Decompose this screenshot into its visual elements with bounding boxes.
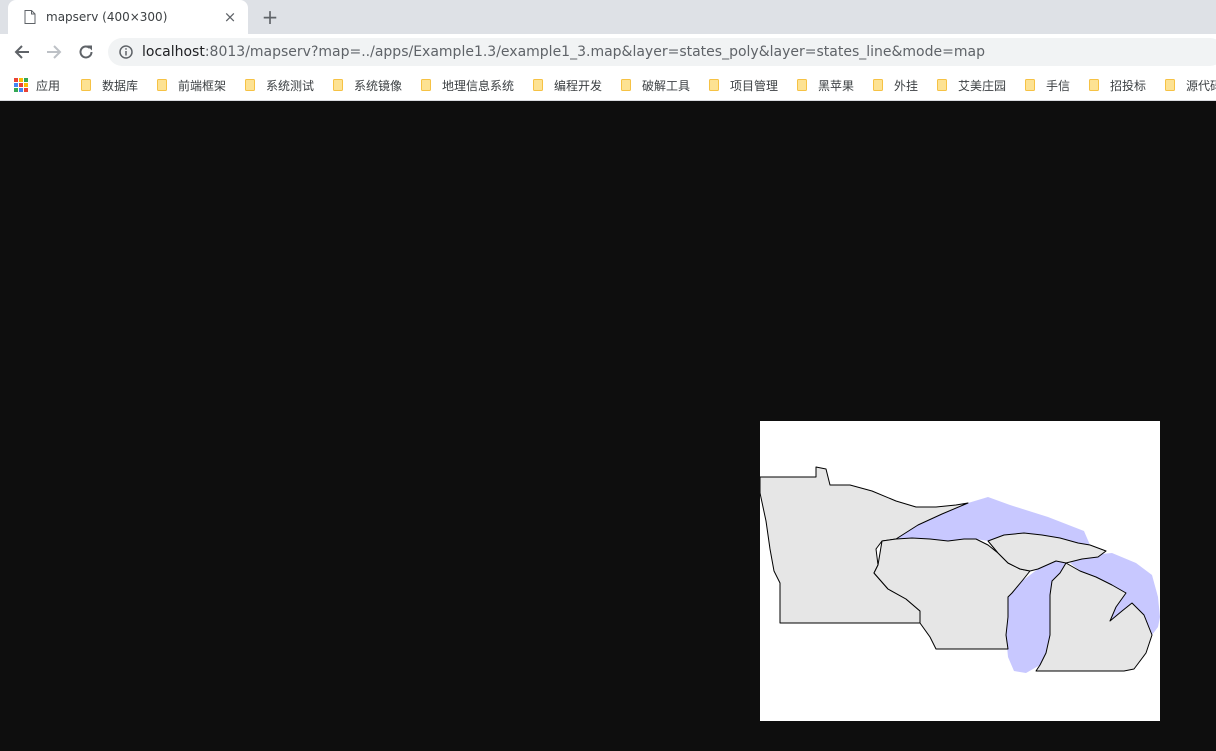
close-icon[interactable]: × bbox=[222, 8, 238, 26]
folder-icon bbox=[333, 79, 343, 91]
folder-icon bbox=[533, 79, 543, 91]
bookmark-folder[interactable]: 艾美庄园 bbox=[936, 70, 1006, 100]
bookmark-label: 前端框架 bbox=[178, 78, 227, 93]
bookmark-folder[interactable]: 地理信息系统 bbox=[420, 70, 514, 100]
info-icon[interactable] bbox=[118, 44, 134, 60]
forward-button[interactable] bbox=[42, 40, 66, 64]
bookmark-label: 破解工具 bbox=[642, 78, 691, 93]
bookmark-label: 手信 bbox=[1046, 78, 1071, 93]
bookmark-label: 外挂 bbox=[894, 78, 919, 93]
bookmark-folder[interactable]: 黑苹果 bbox=[796, 70, 854, 100]
folder-icon bbox=[1025, 79, 1035, 91]
folder-icon bbox=[245, 79, 255, 91]
folder-icon bbox=[421, 79, 431, 91]
bookmark-folder[interactable]: 前端框架 bbox=[156, 70, 226, 100]
page-icon bbox=[24, 10, 36, 24]
folder-icon bbox=[937, 79, 947, 91]
reload-button[interactable] bbox=[74, 40, 98, 64]
bookmark-label: 应用 bbox=[36, 78, 61, 93]
folder-icon bbox=[873, 79, 883, 91]
bookmark-label: 系统测试 bbox=[266, 78, 315, 93]
tab-title: mapserv (400×300) bbox=[46, 10, 168, 24]
bookmark-folder[interactable]: 系统镜像 bbox=[332, 70, 402, 100]
bookmark-folder[interactable]: 破解工具 bbox=[620, 70, 690, 100]
url-host: localhost bbox=[142, 44, 205, 60]
folder-icon bbox=[157, 79, 167, 91]
arrow-right-icon bbox=[47, 45, 62, 59]
folder-icon bbox=[621, 79, 631, 91]
folder-icon bbox=[797, 79, 807, 91]
url-path: :8013/mapserv?map=../apps/Example1.3/exa… bbox=[204, 44, 985, 60]
bookmark-label: 艾美庄园 bbox=[958, 78, 1007, 93]
bookmark-label: 源代码 bbox=[1186, 78, 1216, 93]
address-bar[interactable]: localhost:8013/mapserv?map=../apps/Examp… bbox=[108, 38, 1216, 66]
tab-mapserv[interactable]: mapserv (400×300) × bbox=[8, 0, 248, 34]
page-content bbox=[0, 101, 1216, 751]
folder-icon bbox=[709, 79, 719, 91]
tab-strip: mapserv (400×300) × + bbox=[0, 0, 1216, 34]
bookmark-folder[interactable]: 编程开发 bbox=[532, 70, 602, 100]
bookmark-folder[interactable]: 系统测试 bbox=[244, 70, 314, 100]
url-text[interactable]: localhost:8013/mapserv?map=../apps/Examp… bbox=[142, 44, 985, 60]
map-canvas bbox=[759, 466, 1160, 673]
map-image bbox=[759, 421, 1160, 721]
bookmark-label: 项目管理 bbox=[730, 78, 779, 93]
bookmark-folder[interactable]: 外挂 bbox=[872, 70, 918, 100]
folder-icon bbox=[1165, 79, 1175, 91]
folder-icon bbox=[1089, 79, 1099, 91]
arrow-left-icon bbox=[14, 45, 29, 59]
reload-icon bbox=[79, 45, 93, 59]
bookmark-label: 系统镜像 bbox=[354, 78, 403, 93]
toolbar: localhost:8013/mapserv?map=../apps/Examp… bbox=[0, 34, 1216, 70]
bookmark-label: 编程开发 bbox=[554, 78, 603, 93]
bookmark-label: 地理信息系统 bbox=[442, 78, 515, 93]
bookmark-folder[interactable]: 数据库 bbox=[80, 70, 138, 100]
bookmark-label: 数据库 bbox=[102, 78, 139, 93]
back-button[interactable] bbox=[10, 40, 34, 64]
bookmark-label: 招投标 bbox=[1110, 78, 1147, 93]
bookmark-label: 黑苹果 bbox=[818, 78, 855, 93]
new-tab-button[interactable]: + bbox=[258, 5, 282, 29]
apps-grid-icon bbox=[14, 78, 28, 92]
bookmark-apps[interactable]: 应用 bbox=[14, 70, 60, 100]
bookmark-folder[interactable]: 手信 bbox=[1024, 70, 1070, 100]
bookmark-folder[interactable]: 项目管理 bbox=[708, 70, 778, 100]
bookmark-folder[interactable]: 源代码 bbox=[1164, 70, 1216, 100]
folder-icon bbox=[81, 79, 91, 91]
bookmarks-bar: 应用 数据库 前端框架 系统测试 系统镜像 地理信息系统 编程开发 破解工具 项… bbox=[0, 70, 1216, 101]
bookmark-folder[interactable]: 招投标 bbox=[1088, 70, 1146, 100]
